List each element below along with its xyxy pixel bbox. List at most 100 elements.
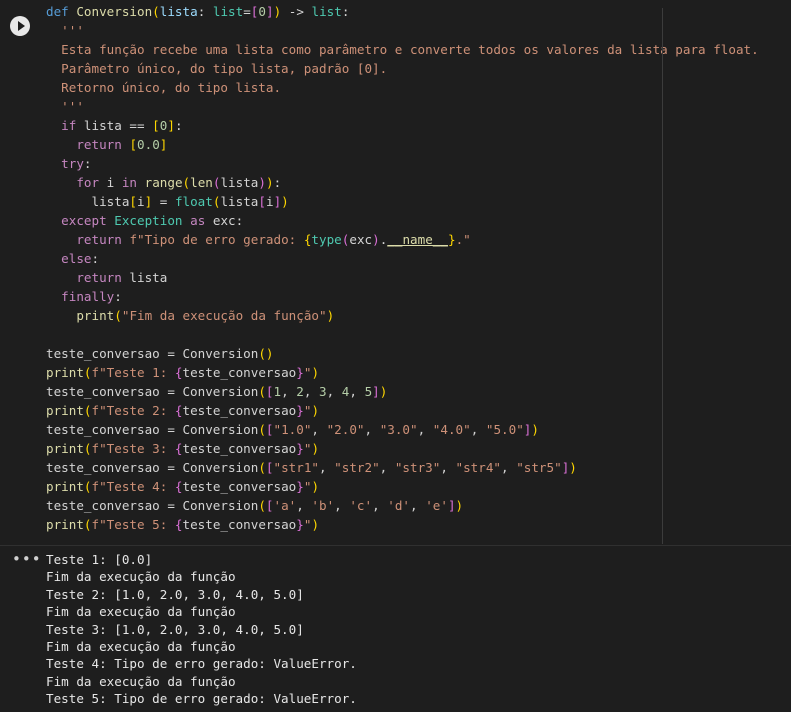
code-line: print(f"Teste 2: {teste_conversao}") (46, 401, 759, 420)
code-token: f"Teste 4: (91, 479, 175, 494)
code-token: if (61, 118, 77, 133)
code-token: "str4" (455, 460, 502, 475)
code-token: { (174, 441, 183, 456)
code-token: teste_conversao (182, 517, 297, 532)
code-token: } (296, 403, 304, 418)
code-token: : (83, 156, 92, 171)
code-token: ( (83, 365, 92, 380)
code-token: , (372, 498, 388, 513)
code-line: print("Fim da execução da função") (46, 306, 759, 325)
code-token: "str5" (516, 460, 562, 475)
code-editor[interactable]: def Conversion(lista: list=[0]) -> list:… (46, 2, 759, 534)
code-line: teste_conversao = Conversion(["1.0", "2.… (46, 420, 759, 439)
code-token: Esta função recebe uma lista como parâme… (46, 42, 759, 57)
code-token: ] (447, 498, 456, 513)
code-token: list (311, 4, 342, 19)
code-token: ) (379, 384, 388, 399)
code-token: 'b' (311, 498, 335, 513)
code-line: return f"Tipo de erro gerado: {type(exc)… (46, 230, 759, 249)
code-token: "str2" (334, 460, 380, 475)
code-token: [ (265, 498, 274, 513)
code-cell[interactable]: def Conversion(lista: list=[0]) -> list:… (0, 0, 791, 545)
code-line: else: (46, 249, 759, 268)
code-token: ) (311, 403, 320, 418)
code-token: { (174, 403, 183, 418)
code-token: ) (326, 308, 335, 323)
code-token: , (319, 460, 335, 475)
code-token: ''' (46, 99, 84, 114)
output-line: Fim da execução da função (46, 673, 236, 689)
code-token: len (190, 175, 213, 190)
output-line: Teste 3: [1.0, 2.0, 3.0, 4.0, 5.0] (46, 621, 304, 637)
output-area: ••• Teste 1: [0.0] Fim da execução da fun… (0, 546, 791, 712)
code-token: 2 (296, 384, 304, 399)
code-token: , (326, 384, 342, 399)
code-line: teste_conversao = Conversion([1, 2, 3, 4… (46, 382, 759, 401)
code-token: return (76, 232, 122, 247)
code-token: ) (455, 498, 464, 513)
code-token: "1.0" (273, 422, 312, 437)
code-token: ( (258, 498, 266, 513)
code-token: ) (281, 194, 289, 209)
code-token: , (470, 422, 486, 437)
code-token: float (174, 194, 213, 209)
code-token: i (99, 175, 122, 190)
code-token: def (46, 4, 77, 19)
code-token: teste_conversao = Conversion (46, 460, 259, 475)
code-token: , (440, 460, 456, 475)
output-text: Teste 1: [0.0] Fim da execução da função T… (46, 551, 357, 708)
code-token: , (303, 384, 320, 399)
code-token: 0 (258, 4, 266, 19)
code-token: 'c' (349, 498, 373, 513)
code-token: "5.0" (485, 422, 524, 437)
code-token: as (190, 213, 206, 228)
code-token: , (349, 384, 365, 399)
code-token: return (76, 270, 122, 285)
code-token: "4.0" (432, 422, 471, 437)
code-token: ] (167, 118, 175, 133)
code-token: Retorno único, do tipo lista. (46, 80, 282, 95)
code-token: lista (220, 194, 259, 209)
code-token: lista (46, 194, 130, 209)
code-token: [ (258, 194, 266, 209)
code-token: ( (83, 479, 92, 494)
code-token: "str1" (273, 460, 320, 475)
code-token: ) (258, 175, 266, 190)
line-length-ruler (662, 8, 663, 544)
code-token: , (296, 498, 312, 513)
code-token: finally (61, 289, 115, 304)
code-token: ( (152, 4, 160, 19)
code-token: ) (311, 365, 320, 380)
code-token: = (152, 194, 175, 209)
code-token: print (76, 308, 115, 323)
code-token: ) (311, 517, 320, 532)
code-token: f"Teste 5: (91, 517, 175, 532)
code-token: ( (258, 346, 266, 361)
code-token: { (174, 365, 183, 380)
code-token: ] (372, 384, 380, 399)
code-token: 'a' (273, 498, 297, 513)
code-token: { (174, 517, 183, 532)
code-token: teste_conversao = Conversion (46, 498, 259, 513)
output-line: Teste 1: [0.0] (46, 552, 153, 567)
code-line: teste_conversao = Conversion(['a', 'b', … (46, 496, 759, 515)
code-line: except Exception as exc: (46, 211, 759, 230)
code-token: } (447, 232, 456, 247)
run-cell-button[interactable] (10, 16, 30, 36)
code-line: print(f"Teste 3: {teste_conversao}") (46, 439, 759, 458)
code-line: if lista == [0]: (46, 116, 759, 135)
code-token: i (137, 194, 145, 209)
code-token: for (76, 175, 100, 190)
code-token: ] (159, 137, 168, 152)
code-line: def Conversion(lista: list=[0]) -> list: (46, 2, 759, 21)
code-token: } (296, 365, 304, 380)
code-token: f"Teste 1: (91, 365, 175, 380)
code-token: teste_conversao (182, 441, 297, 456)
output-menu-icon[interactable]: ••• (12, 552, 42, 567)
code-token: "2.0" (326, 422, 365, 437)
code-token: 'd' (387, 498, 411, 513)
code-token: Parâmetro único, do tipo lista, padrão [… (46, 61, 388, 76)
